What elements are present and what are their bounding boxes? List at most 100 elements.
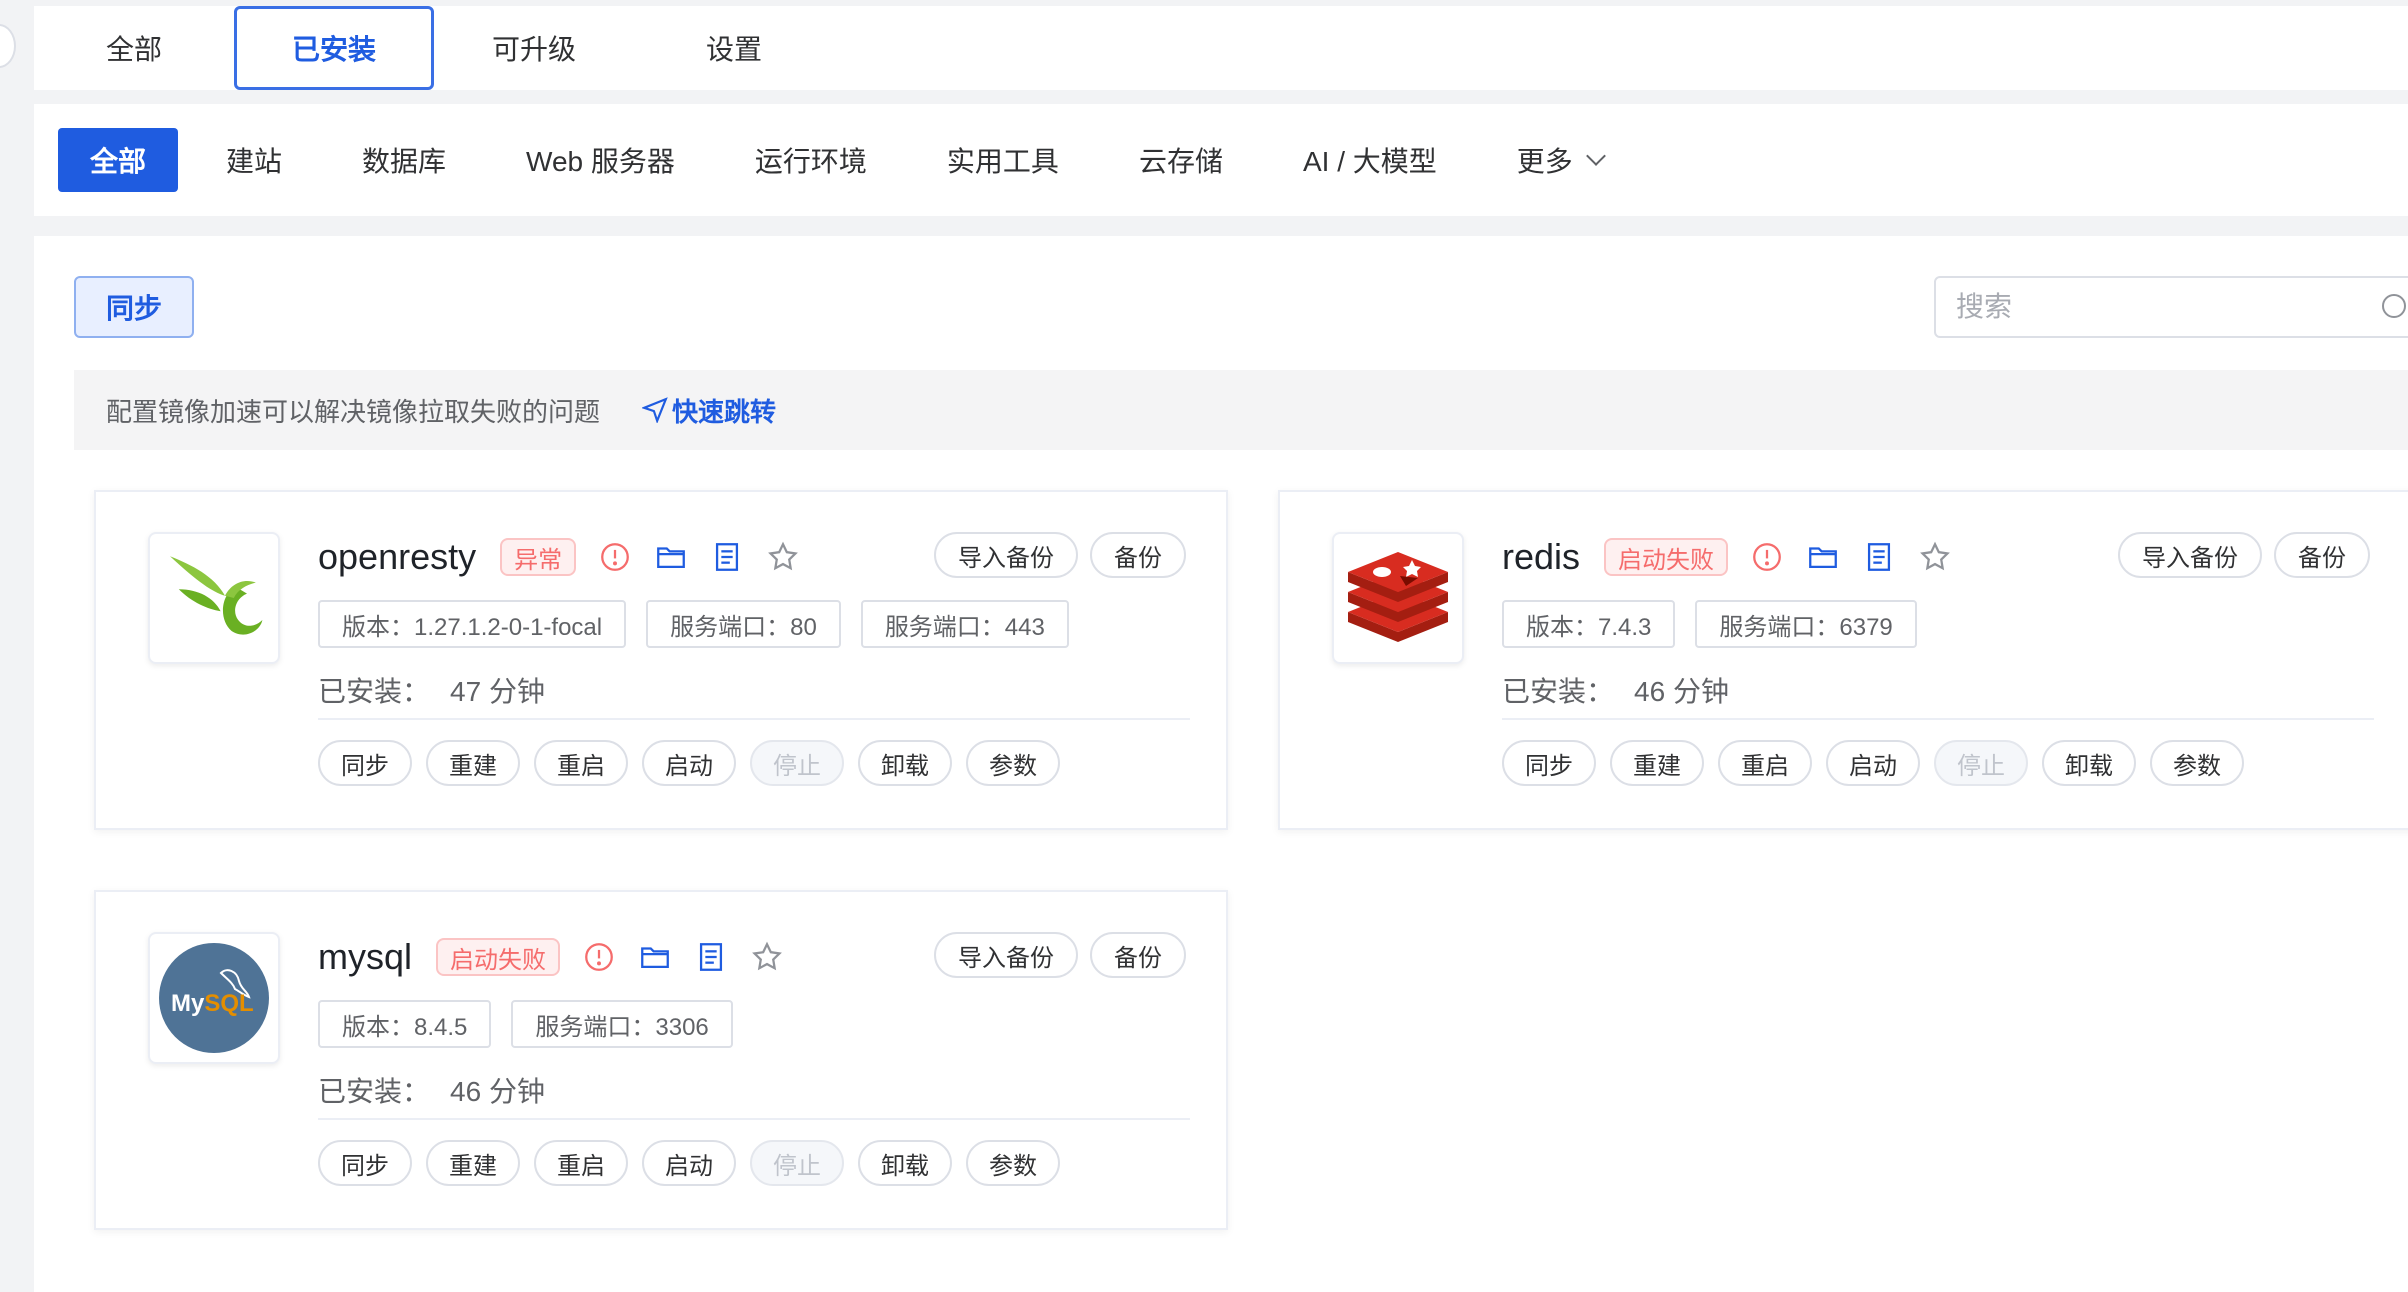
installed-value: 46 分钟	[450, 1076, 545, 1107]
version-tag: 版本：1.27.1.2-0-1-focal	[318, 600, 627, 648]
main-tabs: 全部 已安装 可升级 设置	[34, 6, 2408, 90]
app-name: openresty	[318, 536, 477, 577]
app-actions: 同步 重建 重启 启动 停止 卸载 参数	[318, 740, 1060, 786]
uninstall-button[interactable]: 卸载	[858, 1140, 952, 1186]
sidebar-collapse-handle[interactable]	[0, 24, 16, 68]
star-icon[interactable]	[750, 940, 784, 974]
document-icon[interactable]	[1862, 540, 1896, 574]
quick-jump-label: 快速跳转	[672, 396, 777, 427]
backup-button[interactable]: 备份	[1090, 532, 1186, 578]
uninstall-button[interactable]: 卸载	[2042, 740, 2136, 786]
stop-button[interactable]: 停止	[750, 740, 844, 786]
quick-jump-link[interactable]: 快速跳转	[642, 392, 776, 429]
folder-icon[interactable]	[638, 940, 672, 974]
category-website[interactable]: 建站	[194, 128, 314, 192]
sync-app-button[interactable]: 同步	[1502, 740, 1596, 786]
app-name: redis	[1502, 536, 1581, 577]
app-tags: 版本：8.4.5 服务端口：3306	[318, 1000, 733, 1048]
params-button[interactable]: 参数	[2150, 740, 2244, 786]
import-backup-button[interactable]: 导入备份	[934, 932, 1078, 978]
mysql-logo: MySQL	[148, 932, 280, 1064]
alert-icon[interactable]	[1750, 540, 1784, 574]
status-badge: 异常	[500, 538, 577, 576]
rebuild-button[interactable]: 重建	[1610, 740, 1704, 786]
tab-upgradable[interactable]: 可升级	[434, 6, 634, 90]
folder-icon[interactable]	[1806, 540, 1840, 574]
rebuild-button[interactable]: 重建	[426, 1140, 520, 1186]
backup-button[interactable]: 备份	[1090, 932, 1186, 978]
category-web-server[interactable]: Web 服务器	[494, 128, 707, 192]
category-bar: 全部 建站 数据库 Web 服务器 运行环境 实用工具 云存储 AI / 大模型…	[34, 104, 2408, 216]
redis-logo	[1332, 532, 1464, 664]
app-card-mysql: MySQL mysql 启动失败 导入备份 备份 版本：8.4.5 服务端口：3…	[94, 890, 1228, 1230]
status-badge: 启动失败	[1604, 538, 1729, 576]
stop-button[interactable]: 停止	[750, 1140, 844, 1186]
app-tags: 版本：7.4.3 服务端口：6379	[1502, 600, 1917, 648]
divider	[1502, 718, 2374, 720]
star-icon[interactable]	[1918, 540, 1952, 574]
alert-icon[interactable]	[598, 540, 632, 574]
mysql-logo-text: MySQL	[171, 990, 254, 1017]
installed-time: 已安装： 46 分钟	[1502, 670, 1729, 710]
category-more-label: 更多	[1516, 146, 1573, 177]
params-button[interactable]: 参数	[966, 740, 1060, 786]
params-button[interactable]: 参数	[966, 1140, 1060, 1186]
card-top-buttons: 导入备份 备份	[2118, 532, 2370, 578]
import-backup-button[interactable]: 导入备份	[2118, 532, 2262, 578]
send-icon	[642, 397, 668, 423]
tab-all[interactable]: 全部	[34, 6, 234, 90]
uninstall-button[interactable]: 卸载	[858, 740, 952, 786]
start-button[interactable]: 启动	[642, 1140, 736, 1186]
restart-button[interactable]: 重启	[534, 740, 628, 786]
restart-button[interactable]: 重启	[1718, 740, 1812, 786]
app-card-openresty: openresty 异常 导入备份 备份 版本：1.27.1.2-0-1-foc…	[94, 490, 1228, 830]
category-runtime[interactable]: 运行环境	[723, 128, 899, 192]
card-header: openresty 异常	[318, 534, 822, 580]
app-card-redis: redis 启动失败 导入备份 备份 版本：7.4.3 服务端口：6379 已安…	[1278, 490, 2408, 830]
alert-icon[interactable]	[582, 940, 616, 974]
category-tools[interactable]: 实用工具	[915, 128, 1091, 192]
chevron-down-icon	[1585, 146, 1606, 166]
tab-settings[interactable]: 设置	[634, 6, 834, 90]
installed-value: 46 分钟	[1634, 676, 1729, 707]
search-input[interactable]	[1934, 276, 2408, 338]
installed-value: 47 分钟	[450, 676, 545, 707]
restart-button[interactable]: 重启	[534, 1140, 628, 1186]
start-button[interactable]: 启动	[1826, 740, 1920, 786]
app-tags: 版本：1.27.1.2-0-1-focal 服务端口：80 服务端口：443	[318, 600, 1069, 648]
installed-label: 已安装：	[1502, 676, 1615, 707]
document-icon[interactable]	[710, 540, 744, 574]
notice-text: 配置镜像加速可以解决镜像拉取失败的问题	[106, 396, 601, 427]
sync-app-button[interactable]: 同步	[318, 740, 412, 786]
rebuild-button[interactable]: 重建	[426, 740, 520, 786]
openresty-logo	[148, 532, 280, 664]
stop-button[interactable]: 停止	[1934, 740, 2028, 786]
card-header: redis 启动失败	[1502, 534, 1974, 580]
installed-time: 已安装： 46 分钟	[318, 1070, 545, 1110]
sync-button[interactable]: 同步	[74, 276, 194, 338]
installed-time: 已安装： 47 分钟	[318, 670, 545, 710]
version-tag: 版本：8.4.5	[318, 1000, 492, 1048]
folder-icon[interactable]	[654, 540, 688, 574]
document-icon[interactable]	[694, 940, 728, 974]
category-database[interactable]: 数据库	[330, 128, 478, 192]
start-button[interactable]: 启动	[642, 740, 736, 786]
backup-button[interactable]: 备份	[2274, 532, 2370, 578]
category-ai[interactable]: AI / 大模型	[1271, 128, 1469, 192]
divider	[318, 718, 1190, 720]
app-name: mysql	[318, 936, 413, 977]
category-cloud-storage[interactable]: 云存储	[1107, 128, 1255, 192]
star-icon[interactable]	[766, 540, 800, 574]
card-top-buttons: 导入备份 备份	[934, 532, 1186, 578]
import-backup-button[interactable]: 导入备份	[934, 532, 1078, 578]
mirror-notice: 配置镜像加速可以解决镜像拉取失败的问题 快速跳转	[74, 370, 2408, 450]
search-icon[interactable]	[2382, 294, 2406, 318]
port-tag: 服务端口：6379	[1695, 600, 1917, 648]
category-all[interactable]: 全部	[58, 128, 179, 192]
port-tag: 服务端口：443	[860, 600, 1069, 648]
port-tag: 服务端口：80	[646, 600, 841, 648]
app-actions: 同步 重建 重启 启动 停止 卸载 参数	[1502, 740, 2244, 786]
category-more[interactable]: 更多	[1485, 128, 1635, 192]
sync-app-button[interactable]: 同步	[318, 1140, 412, 1186]
tab-installed[interactable]: 已安装	[234, 6, 434, 90]
